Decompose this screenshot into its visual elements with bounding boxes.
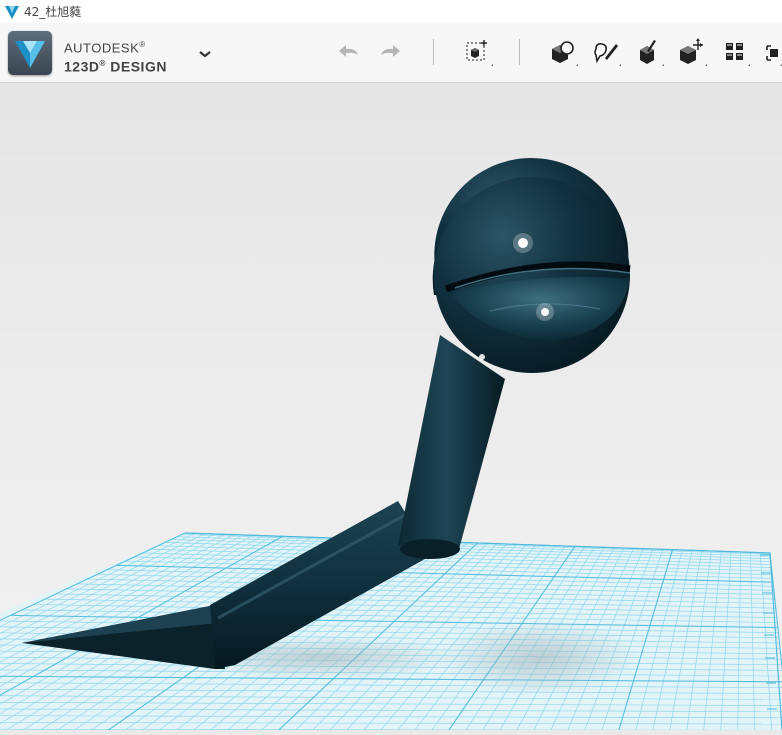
sketch-button[interactable] — [591, 37, 621, 67]
construct-button[interactable] — [634, 37, 664, 67]
3d-viewport[interactable] — [0, 83, 782, 735]
pattern-icon — [726, 43, 750, 66]
sketch-icon — [594, 43, 621, 66]
app-logo-icon — [15, 41, 45, 68]
modify-icon — [680, 38, 707, 66]
brand-reg-mark: ® — [139, 40, 146, 49]
toolbar-divider — [519, 39, 520, 65]
brand-company: AUTODESK — [64, 40, 140, 56]
transform-button[interactable] — [463, 37, 493, 67]
title-bar: 42_杜旭蕤 — [0, 0, 782, 23]
toolbar-divider — [433, 39, 434, 65]
transform-box-icon — [466, 40, 493, 66]
primitives-button[interactable] — [548, 37, 578, 67]
pattern-button[interactable] — [720, 37, 750, 67]
grouping-icon — [766, 45, 782, 66]
redo-button[interactable] — [375, 37, 405, 67]
brand-product: 123D — [64, 58, 100, 75]
main-toolbar: AUTODESK® 123D® DESIGN — [0, 23, 782, 83]
undo-button[interactable] — [334, 37, 364, 67]
redo-icon — [381, 45, 400, 57]
undo-icon — [339, 45, 358, 57]
chevron-down-icon[interactable] — [196, 47, 214, 61]
app-menu-button[interactable] — [8, 31, 52, 75]
grouping-button[interactable] — [760, 37, 782, 67]
app-logo-icon — [5, 5, 19, 19]
model-shadow — [438, 620, 638, 696]
window-title: 42_杜旭蕤 — [24, 5, 82, 19]
primitives-icon — [552, 41, 578, 66]
sphere-head[interactable] — [432, 158, 631, 373]
modify-button[interactable] — [677, 37, 707, 67]
3d-scene[interactable] — [0, 83, 782, 735]
brand-text: AUTODESK® 123D® DESIGN — [64, 37, 167, 76]
construct-icon — [640, 40, 664, 66]
brand-product-suffix: DESIGN — [105, 58, 167, 75]
